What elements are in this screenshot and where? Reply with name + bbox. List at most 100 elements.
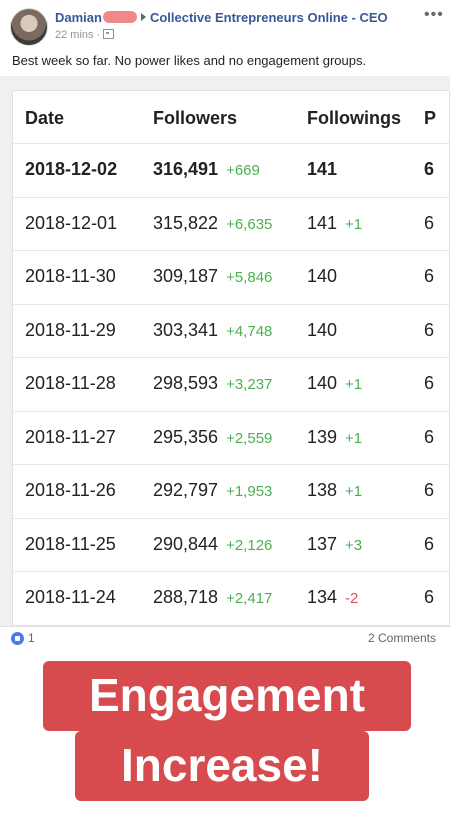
followers-value: 309,187 xyxy=(153,266,219,286)
followers-value: 288,718 xyxy=(153,587,219,607)
followers-delta: +669 xyxy=(226,162,260,179)
followers-value: 298,593 xyxy=(153,373,219,393)
comments-count[interactable]: 2 Comments xyxy=(368,631,436,645)
cell-followings: 134 -2 xyxy=(307,587,358,608)
cell-partial: 6 xyxy=(424,533,435,554)
cell-date: 2018-11-25 xyxy=(25,533,116,554)
followers-delta: +3,237 xyxy=(226,376,273,393)
cell-date: 2018-11-27 xyxy=(25,426,116,447)
stats-table: Date Followers Followings P 2018-12-02 31… xyxy=(12,90,450,626)
followings-delta: +1 xyxy=(345,215,363,233)
post-meta: 22 mins · xyxy=(55,29,115,41)
followings-value: 140 xyxy=(307,373,338,393)
cell-followings: 138 +1 xyxy=(307,480,362,501)
followings-delta: +3 xyxy=(345,536,363,554)
cell-partial: 6 xyxy=(424,266,435,286)
cell-followers: 316,491 +669 xyxy=(153,159,260,180)
followings-value: 134 xyxy=(307,587,338,607)
avatar[interactable] xyxy=(10,8,48,46)
followings-value: 141 xyxy=(307,212,338,233)
cell-followers: 292,797 +1,953 xyxy=(153,480,272,501)
author-name[interactable]: Damian xyxy=(55,10,102,25)
cell-date: 2018-12-01 xyxy=(25,212,118,233)
followings-value: 140 xyxy=(307,266,338,286)
table-row: 2018-11-28 298,593 +3,237 140 +1 6 xyxy=(13,357,449,412)
cell-partial: 6 xyxy=(424,426,435,447)
post-text: Best week so far. No power likes and no … xyxy=(12,53,367,68)
followers-value: 303,341 xyxy=(153,319,219,340)
followers-delta: +5,846 xyxy=(226,269,273,286)
cell-date: 2018-11-29 xyxy=(25,319,116,340)
cell-followings: 139 +1 xyxy=(307,427,362,448)
followers-value: 316,491 xyxy=(153,159,219,179)
group-privacy-icon xyxy=(103,29,115,39)
table-row: 2018-11-27 295,356 +2,559 139 +1 6 xyxy=(13,411,449,465)
author-line: Damian Collective Entrepreneurs Online - … xyxy=(55,10,388,25)
cell-followers: 295,356 +2,559 xyxy=(153,427,272,448)
cell-date: 2018-11-28 xyxy=(25,373,116,393)
followings-value: 139 xyxy=(307,426,338,447)
cell-followers: 303,341 +4,748 xyxy=(153,320,272,341)
banner-line-1: Engagement xyxy=(43,661,411,731)
table-header-row: Date Followers Followings P xyxy=(13,91,449,144)
cell-followers: 298,593 +3,237 xyxy=(153,373,272,394)
table-row: 2018-11-25 290,844 +2,126 137 +3 6 xyxy=(13,518,449,572)
group-name[interactable]: Collective Entrepreneurs Online - CEO xyxy=(150,10,388,25)
cell-followers: 315,822 +6,635 xyxy=(153,213,272,234)
followings-value: 137 xyxy=(307,533,338,554)
cell-followings: 141 +1 xyxy=(307,213,362,234)
more-options-icon[interactable]: ••• xyxy=(424,6,444,24)
followings-delta: -2 xyxy=(345,590,359,607)
followers-delta: +1,953 xyxy=(226,483,273,500)
header-date: Date xyxy=(25,108,65,128)
followings-value: 141 xyxy=(307,159,338,179)
cell-partial: 6 xyxy=(424,480,435,500)
post-time[interactable]: 22 mins · xyxy=(55,29,100,41)
like-reaction-icon[interactable] xyxy=(11,632,24,645)
screenshot-image: Date Followers Followings P 2018-12-02 31… xyxy=(0,76,450,626)
cell-followings: 141 xyxy=(307,159,337,180)
cell-partial: 6 xyxy=(424,587,435,607)
cell-followings: 140 xyxy=(307,320,337,341)
cell-followings: 140 +1 xyxy=(307,373,362,394)
table-row: 2018-11-26 292,797 +1,953 138 +1 6 xyxy=(13,464,449,519)
followers-delta: +2,126 xyxy=(226,536,273,554)
cell-followings: 137 +3 xyxy=(307,534,362,555)
table-row: 2018-11-29 303,341 +4,748 140 6 xyxy=(13,304,449,358)
followings-value: 140 xyxy=(307,319,338,340)
banner-line-2: Increase! xyxy=(75,731,369,801)
cell-date: 2018-11-26 xyxy=(25,480,116,500)
table-row: 2018-11-24 288,718 +2,417 134 -2 6 xyxy=(13,571,449,626)
table-row: 2018-12-02 316,491 +669 141 6 xyxy=(13,143,449,198)
table-row: 2018-12-01 315,822 +6,635 141 +1 6 xyxy=(13,197,449,251)
cell-partial: 6 xyxy=(424,159,435,179)
followers-value: 315,822 xyxy=(153,212,219,233)
followers-delta: +2,559 xyxy=(226,429,273,447)
redacted-name xyxy=(102,11,137,23)
cell-partial: 6 xyxy=(424,373,435,393)
header-partial: P xyxy=(424,108,437,128)
followings-value: 138 xyxy=(307,480,338,500)
cell-date: 2018-12-02 xyxy=(25,159,118,179)
cell-followers: 290,844 +2,126 xyxy=(153,534,272,555)
cell-date: 2018-11-24 xyxy=(25,587,116,607)
followers-value: 295,356 xyxy=(153,426,219,447)
reactions-count[interactable]: 1 xyxy=(28,631,35,645)
cell-partial: 6 xyxy=(424,212,435,233)
followers-delta: +4,748 xyxy=(226,322,273,340)
followers-delta: +6,635 xyxy=(226,215,273,233)
triangle-right-icon xyxy=(140,13,146,21)
followers-delta: +2,417 xyxy=(226,590,273,607)
table-row: 2018-11-30 309,187 +5,846 140 6 xyxy=(13,250,449,305)
followers-value: 290,844 xyxy=(153,533,219,554)
header-followings: Followings xyxy=(307,108,401,128)
cell-followers: 309,187 +5,846 xyxy=(153,266,272,287)
cell-followings: 140 xyxy=(307,266,337,287)
followings-delta: +1 xyxy=(345,429,363,447)
followings-delta: +1 xyxy=(345,376,363,393)
followers-value: 292,797 xyxy=(153,480,219,500)
header-followers: Followers xyxy=(153,108,238,128)
cell-date: 2018-11-30 xyxy=(25,266,116,286)
cell-followers: 288,718 +2,417 xyxy=(153,587,272,608)
post-footer: 1 2 Comments xyxy=(0,626,450,649)
